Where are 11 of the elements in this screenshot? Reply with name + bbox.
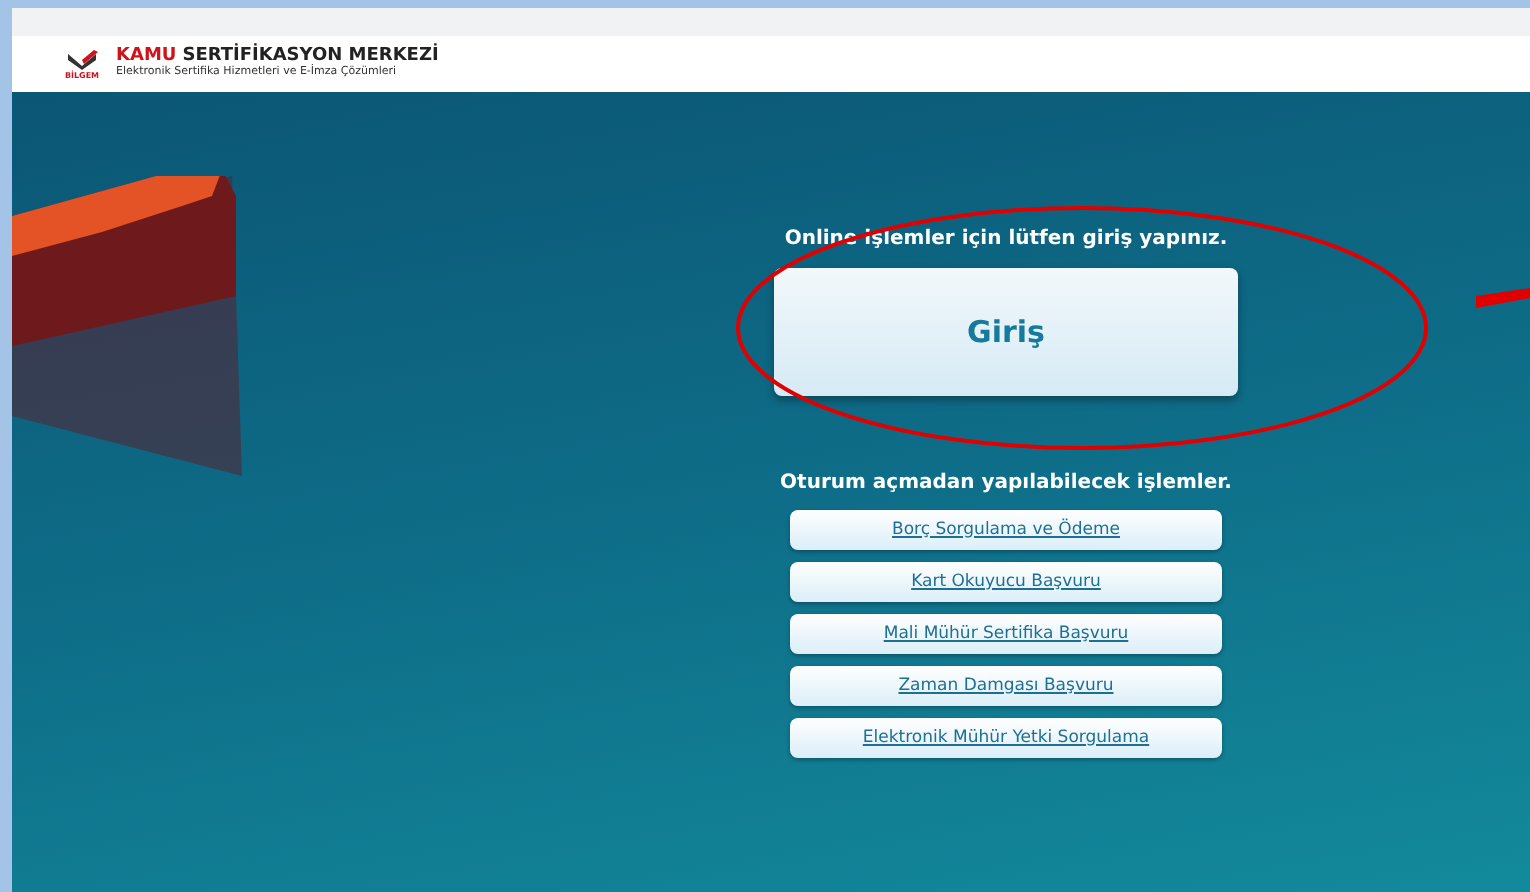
service-link[interactable]: Elektronik Mühür Yetki Sorgulama xyxy=(790,718,1222,758)
site-title-accent: KAMU xyxy=(116,48,177,67)
logo-icon xyxy=(64,48,100,72)
login-button[interactable]: Giriş xyxy=(774,268,1238,396)
service-link[interactable]: Mali Mühür Sertifika Başvuru xyxy=(790,614,1222,654)
service-link[interactable]: Zaman Damgası Başvuru xyxy=(790,666,1222,706)
annotation-arrow xyxy=(1476,288,1530,308)
guest-heading: Oturum açmadan yapılabilecek işlemler. xyxy=(780,470,1232,498)
service-link[interactable]: Kart Okuyucu Başvuru xyxy=(790,562,1222,602)
site-title: SERTİFİKASYON MERKEZİ xyxy=(182,48,439,67)
service-link[interactable]: Borç Sorgulama ve Ödeme xyxy=(790,510,1222,550)
